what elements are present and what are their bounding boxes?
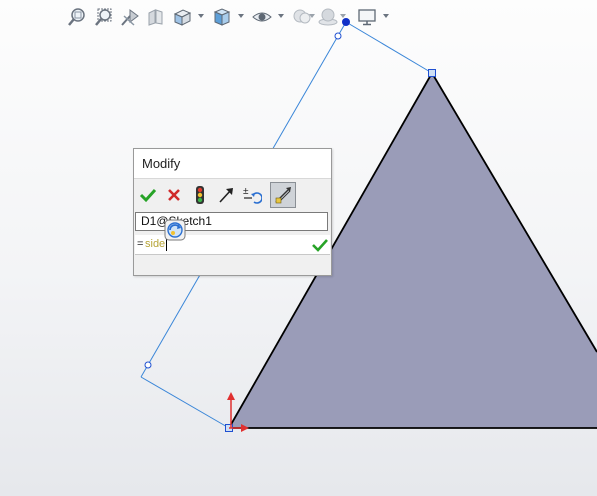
chevron-down-icon[interactable] xyxy=(383,13,389,19)
chevron-down-icon[interactable] xyxy=(340,13,346,19)
increment-button[interactable]: ± xyxy=(240,183,264,207)
increment-icon: ± xyxy=(243,186,262,204)
chevron-down-icon[interactable] xyxy=(238,13,244,19)
rebuild-cursor-icon xyxy=(164,219,186,241)
sketch-point-top[interactable] xyxy=(428,69,436,77)
global-variable-text: side xyxy=(145,238,166,250)
origin-y-arrow xyxy=(227,392,235,400)
regenerate-icon xyxy=(196,186,204,204)
regenerate-button[interactable] xyxy=(188,183,212,207)
accept-value-check-icon[interactable] xyxy=(312,237,328,253)
view-settings-icon[interactable] xyxy=(356,6,378,28)
dimension-extension-bottom xyxy=(140,376,230,429)
display-style-icon[interactable] xyxy=(211,6,233,28)
accept-check-icon xyxy=(139,188,157,203)
mark-for-drawing-icon xyxy=(275,187,291,204)
accept-button[interactable] xyxy=(136,183,160,207)
dimension-extension-top xyxy=(345,21,433,74)
dialog-title: Modify xyxy=(134,149,331,179)
dimension-handle[interactable] xyxy=(342,18,350,26)
chevron-down-icon[interactable] xyxy=(198,13,204,19)
zoom-to-area-icon[interactable] xyxy=(93,6,115,28)
hide-show-items-icon[interactable] xyxy=(251,6,273,28)
modify-dialog: Modify ± D1@Sketch1 = side xyxy=(133,148,332,276)
equation-prefix: = xyxy=(137,238,144,250)
dimension-arrow-top[interactable] xyxy=(334,32,342,40)
section-view-icon[interactable] xyxy=(145,6,167,28)
reverse-dimension-icon xyxy=(219,188,233,203)
chevron-down-icon[interactable] xyxy=(278,13,284,19)
zoom-to-fit-icon[interactable] xyxy=(66,6,88,28)
svg-text:±: ± xyxy=(243,186,249,197)
previous-view-icon[interactable] xyxy=(119,6,141,28)
view-orientation-icon[interactable] xyxy=(171,6,193,28)
dimension-arrow-bottom[interactable] xyxy=(144,361,152,369)
cancel-x-icon xyxy=(168,189,180,201)
mark-for-drawing-button[interactable] xyxy=(270,182,296,208)
chevron-down-icon[interactable] xyxy=(309,13,315,19)
apply-scene-icon[interactable] xyxy=(317,6,339,28)
reverse-dimension-button[interactable] xyxy=(214,183,238,207)
cancel-button[interactable] xyxy=(162,183,186,207)
